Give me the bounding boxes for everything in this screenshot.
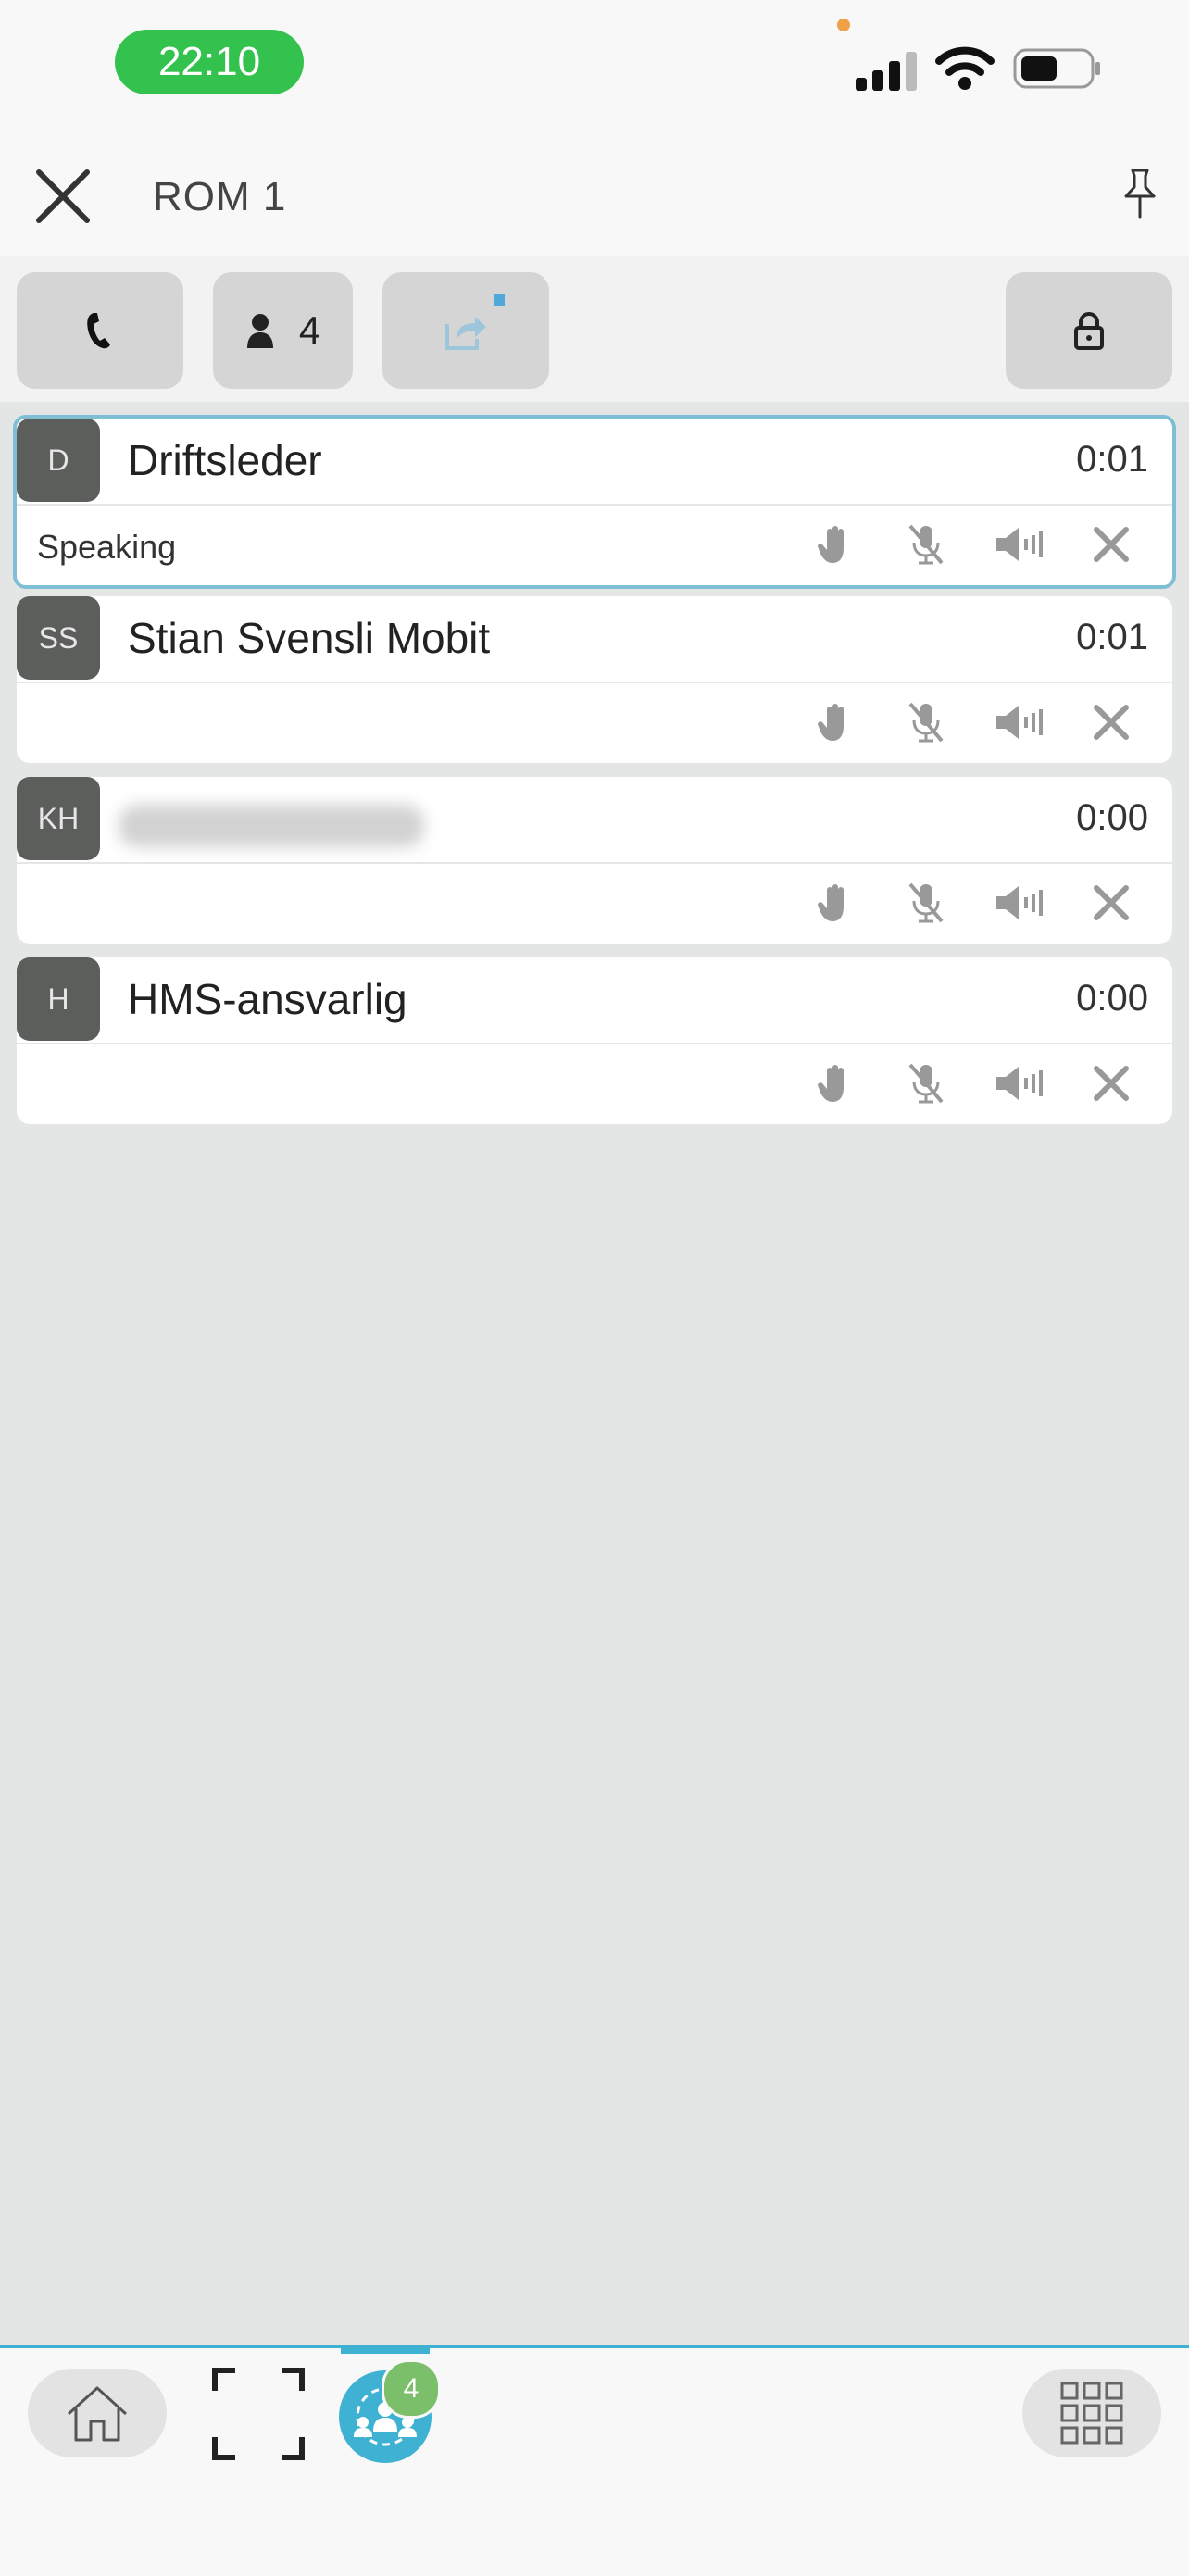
share-icon [445, 317, 486, 350]
lock-icon [1074, 312, 1104, 350]
home-icon [67, 2386, 128, 2442]
call-duration: 0:00 [1076, 797, 1148, 838]
divider [17, 862, 1172, 864]
remove-participant-button[interactable] [1065, 875, 1158, 931]
avatar: H [17, 957, 100, 1041]
group-count-badge: 4 [382, 2359, 441, 2419]
close-icon [1094, 885, 1129, 920]
hand-icon [818, 1065, 844, 1102]
remove-participant-button[interactable] [1065, 694, 1158, 750]
avatar: D [17, 419, 100, 502]
mute-mic-button[interactable] [880, 517, 972, 572]
call-duration: 0:01 [1076, 439, 1148, 480]
hand-icon [818, 884, 844, 921]
participants-button[interactable]: 4 [213, 272, 353, 389]
remove-participant-button[interactable] [1065, 517, 1158, 572]
divider [17, 682, 1172, 683]
phone-icon [87, 313, 110, 349]
mic-off-icon [908, 524, 944, 565]
raise-hand-button[interactable] [787, 517, 880, 572]
volume-button[interactable] [972, 694, 1065, 750]
hand-icon [818, 526, 844, 563]
remove-participant-button[interactable] [1065, 1056, 1158, 1111]
room-title: ROM 1 [153, 174, 287, 219]
volume-button[interactable] [972, 875, 1065, 931]
divider [17, 1043, 1172, 1044]
participant-card[interactable]: D Driftsleder 0:01 Speaking [13, 415, 1176, 589]
call-duration: 0:00 [1076, 978, 1148, 1019]
speaker-icon [996, 528, 1043, 561]
close-icon [1094, 527, 1129, 562]
participant-name: Stian Svensli Mobit [128, 614, 491, 662]
call-duration: 0:01 [1076, 617, 1148, 657]
volume-button[interactable] [972, 517, 1065, 572]
privacy-indicator-dot [837, 19, 850, 31]
participant-card[interactable]: H HMS-ansvarlig 0:00 [17, 957, 1172, 1124]
wifi-icon [935, 46, 995, 90]
person-icon [246, 314, 273, 348]
fullscreen-icon[interactable] [211, 2367, 306, 2461]
apps-grid-button[interactable] [1022, 2369, 1161, 2457]
mute-mic-button[interactable] [880, 875, 972, 931]
grid-icon [1060, 2382, 1123, 2445]
battery-icon [1013, 48, 1100, 89]
divider [17, 504, 1172, 506]
cellular-signal-icon [856, 52, 917, 91]
mic-off-icon [908, 882, 944, 923]
mute-mic-button[interactable] [880, 1056, 972, 1111]
pin-icon[interactable] [1119, 167, 1161, 220]
raise-hand-button[interactable] [787, 875, 880, 931]
speaker-icon [996, 1067, 1043, 1100]
mic-off-icon [908, 1063, 944, 1104]
close-icon [1094, 1066, 1129, 1101]
active-tab-indicator [341, 2348, 430, 2354]
participant-name-redacted [119, 805, 424, 847]
mic-off-icon [908, 702, 944, 743]
hand-icon [818, 704, 844, 741]
speaker-icon [996, 886, 1043, 919]
home-button[interactable] [28, 2369, 167, 2457]
bottom-nav [0, 2345, 1189, 2576]
raise-hand-button[interactable] [787, 694, 880, 750]
lock-room-button[interactable] [1006, 272, 1172, 389]
participant-name: HMS-ansvarlig [128, 975, 407, 1023]
status-time: 22:10 [115, 30, 304, 94]
call-button[interactable] [17, 272, 183, 389]
avatar: SS [17, 596, 100, 680]
raise-hand-button[interactable] [787, 1056, 880, 1111]
share-button[interactable] [382, 272, 549, 389]
close-icon[interactable] [33, 167, 93, 226]
participant-card[interactable]: SS Stian Svensli Mobit 0:01 [17, 596, 1172, 763]
speaker-icon [996, 706, 1043, 739]
close-icon [1094, 705, 1129, 740]
share-indicator [494, 294, 505, 306]
avatar: KH [17, 777, 100, 860]
participant-count: 4 [298, 308, 321, 352]
participant-name: Driftsleder [128, 436, 322, 484]
participant-card[interactable]: KH 0:00 [17, 777, 1172, 944]
participant-status: Speaking [37, 528, 177, 566]
mute-mic-button[interactable] [880, 694, 972, 750]
volume-button[interactable] [972, 1056, 1065, 1111]
